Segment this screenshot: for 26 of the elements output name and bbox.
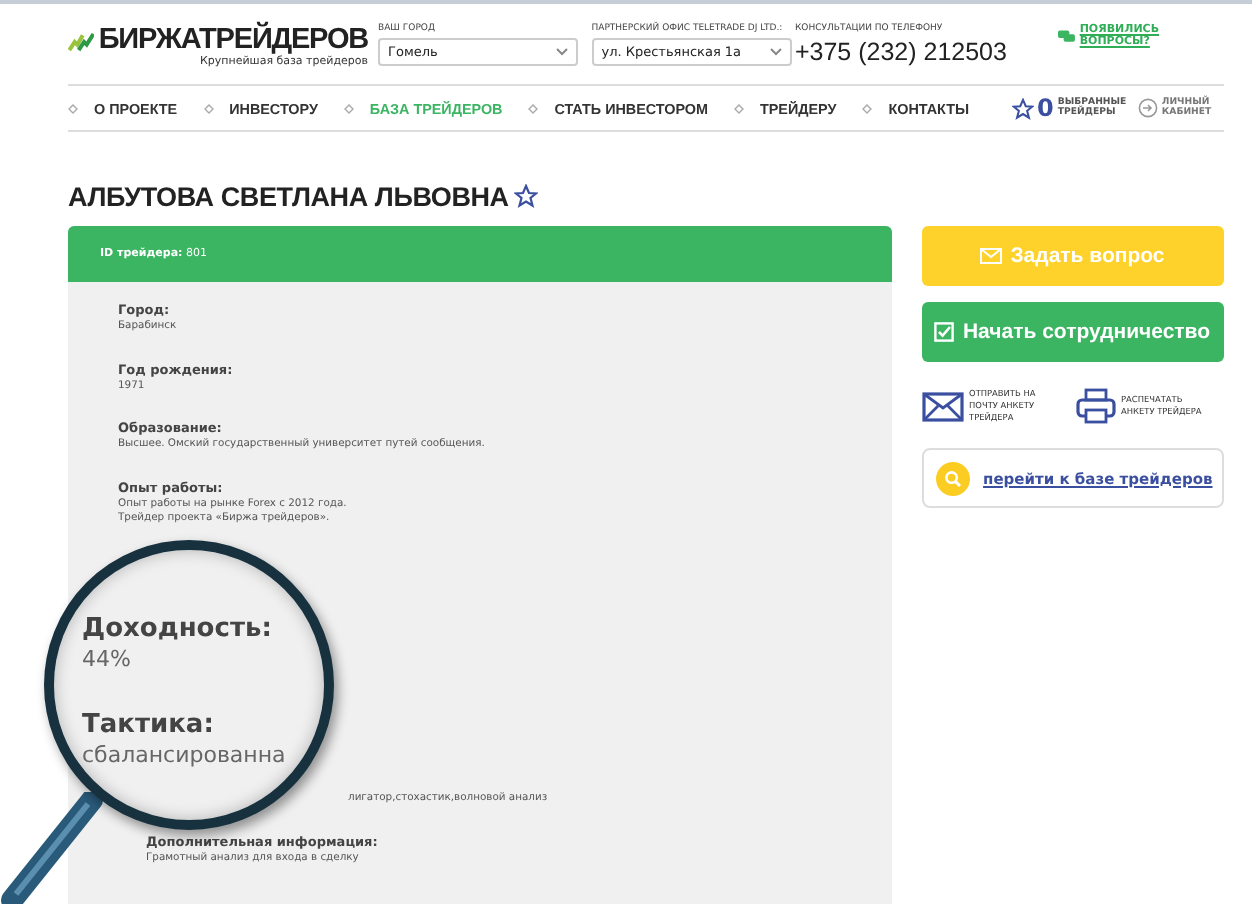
printer-icon[interactable] [1075,388,1116,424]
bullet-icon [734,103,744,113]
login-icon[interactable] [1137,98,1158,118]
logo-title: БИРЖАТРЕЙДЕРОВ [98,24,368,56]
bullet-icon [528,103,539,113]
envelope-icon [980,248,1003,264]
chevron-down-icon [556,48,568,56]
field-value: сбалансированна [82,742,288,770]
favorites-count: 0 [1037,94,1054,122]
envelope-icon[interactable] [921,391,964,421]
chat-icon [1058,29,1076,43]
field-label: Доходность: [82,614,274,646]
star-icon[interactable] [514,184,539,208]
chevron-down-icon [769,48,782,56]
logo-icon [68,28,95,56]
star-icon[interactable] [1011,97,1034,119]
bullet-icon [862,103,873,113]
bullet-icon [203,103,214,113]
bullet-icon [343,103,354,113]
field-value: 44% [82,646,133,674]
trader-name: АЛБУТОВА СВЕТЛАНА ЛЬВОВНА [68,181,509,211]
magnifier-handle-icon [0,792,104,904]
field-label: Тактика: [82,710,216,742]
bullet-icon [68,103,78,113]
phone-number: +375 (232) 212503 [794,38,1009,66]
checkbox-icon [934,322,955,342]
